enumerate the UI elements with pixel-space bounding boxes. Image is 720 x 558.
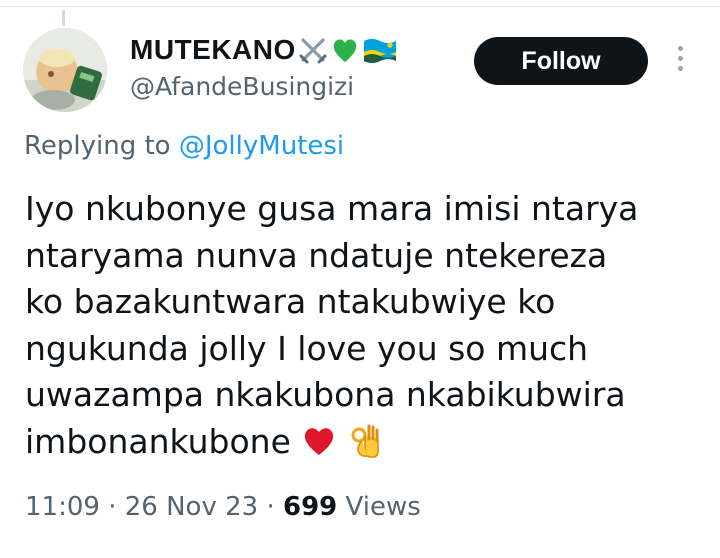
- tweet-line: ntaryama nunva ndatuje ntekereza: [25, 235, 608, 275]
- reply-target-link[interactable]: @JollyMutesi: [179, 131, 344, 161]
- tweet-line: ngukunda jolly I love you so much: [25, 328, 589, 368]
- tweet-date[interactable]: 26 Nov 23: [125, 492, 258, 522]
- replying-to-label: Replying to: [24, 131, 171, 161]
- tweet-line: imbonankubone: [25, 421, 291, 461]
- green-heart-icon: [333, 39, 357, 62]
- meta-separator: ·: [108, 492, 117, 522]
- tweet-line: Iyo nkubonye gusa mara imisi ntarya: [25, 189, 639, 228]
- follow-button[interactable]: Follow: [474, 37, 648, 85]
- crossed-swords-icon: [299, 38, 327, 64]
- author-name-row[interactable]: MUTEKANO: [130, 34, 398, 66]
- author-display-name[interactable]: MUTEKANO: [130, 34, 296, 66]
- tweet-meta: 11:09 · 26 Nov 23 · 699 Views: [25, 492, 421, 522]
- views-label: Views: [345, 492, 421, 522]
- replying-to: Replying to @JollyMutesi: [24, 131, 344, 161]
- avatar[interactable]: [23, 28, 107, 112]
- more-options-icon[interactable]: [670, 46, 690, 78]
- tweet-text: Iyo nkubonye gusa mara imisi ntarya ntar…: [25, 186, 705, 465]
- avatar-image: [23, 28, 107, 112]
- thread-connector: [62, 10, 65, 26]
- tweet-line: uwazampa nkakubona nkabikubwira: [25, 375, 626, 414]
- tweet-line: ko bazakuntwara ntakubwiye ko: [25, 282, 556, 321]
- tweet-last-line: imbonankubone: [25, 419, 705, 466]
- rwanda-flag-icon: [363, 39, 396, 63]
- tweet-time[interactable]: 11:09: [25, 492, 100, 522]
- top-divider: [0, 0, 720, 7]
- meta-separator: ·: [266, 492, 275, 522]
- ok-hand-icon: [351, 424, 379, 458]
- views-count[interactable]: 699: [283, 492, 337, 522]
- author-handle[interactable]: @AfandeBusingizi: [130, 72, 354, 101]
- red-heart-icon: [304, 427, 333, 455]
